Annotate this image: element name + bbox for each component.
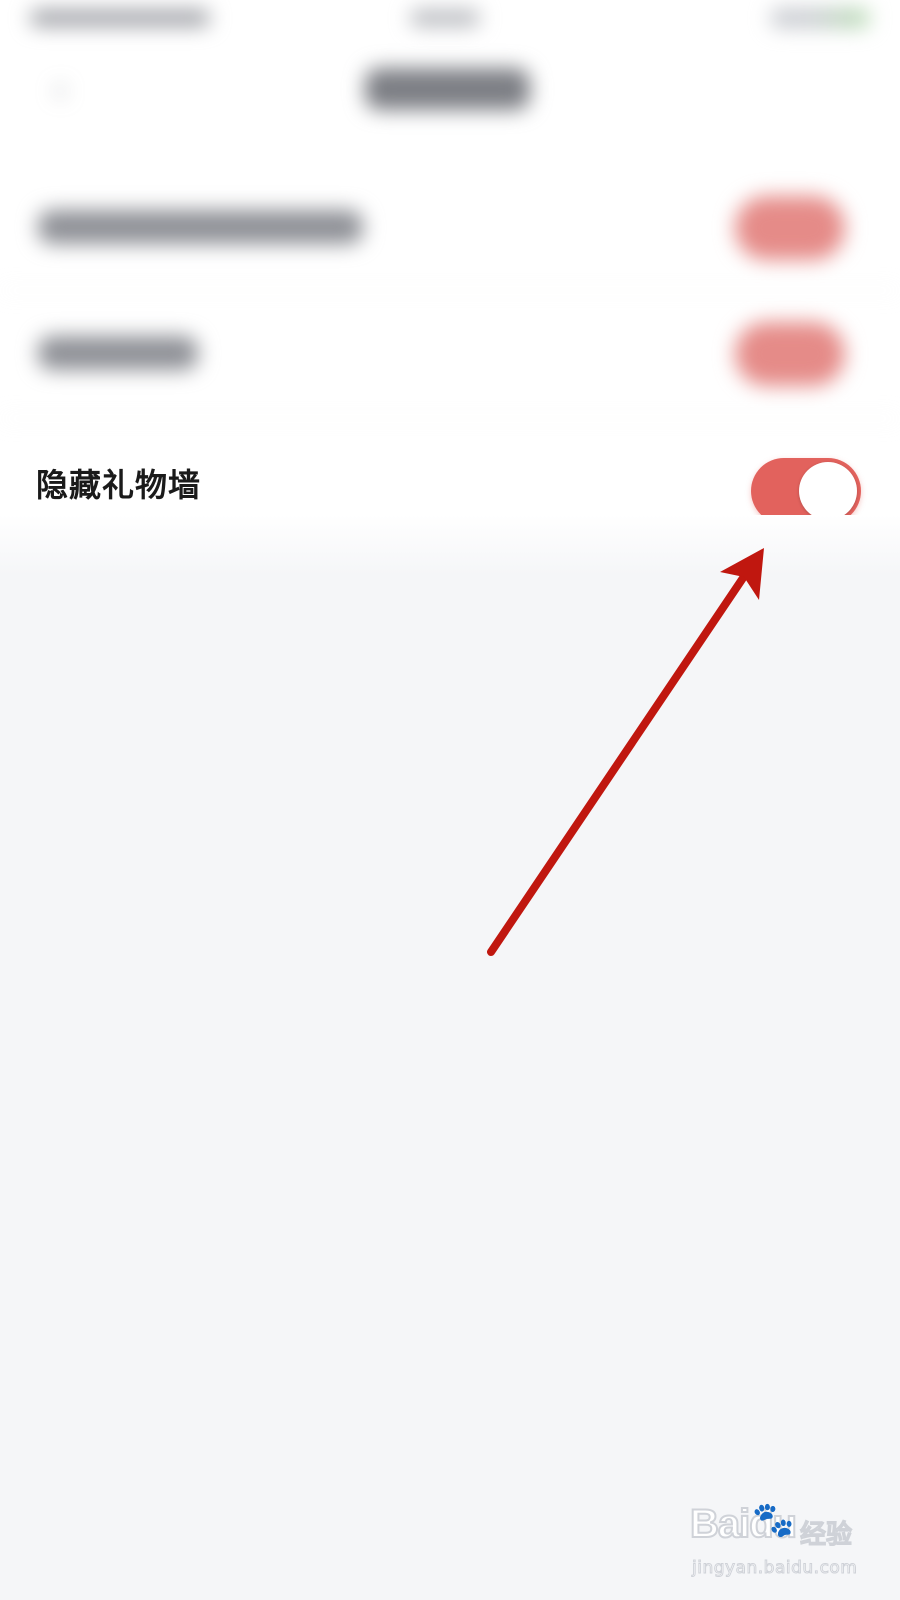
blurred-setting-toggle[interactable]	[735, 322, 845, 386]
page-title	[365, 68, 530, 110]
watermark-url: jingyan.baidu.com	[691, 1558, 858, 1579]
blurred-setting-label	[38, 210, 363, 244]
baidu-jingyan-watermark: Baidu 🐾 经验 jingyan.baidu.com	[689, 1499, 870, 1580]
panel-fade	[0, 515, 900, 575]
settings-panel: ‹ 隐藏礼物墙	[0, 0, 900, 570]
setting-label: 隐藏礼物墙	[36, 466, 202, 504]
status-time-carrier	[30, 10, 210, 26]
battery-icon	[770, 8, 870, 28]
status-bar	[0, 0, 900, 40]
divider	[0, 290, 900, 291]
status-center-info	[410, 10, 480, 26]
divider	[0, 418, 900, 419]
arrow-shaft	[487, 571, 749, 956]
chevron-left-icon[interactable]: ‹	[40, 70, 80, 110]
blurred-setting-toggle[interactable]	[735, 196, 845, 260]
watermark-brand: 经验	[799, 1520, 853, 1551]
toggle-knob	[799, 462, 857, 520]
blurred-setting-label	[38, 336, 198, 370]
paw-icon: 🐾	[751, 1499, 795, 1541]
